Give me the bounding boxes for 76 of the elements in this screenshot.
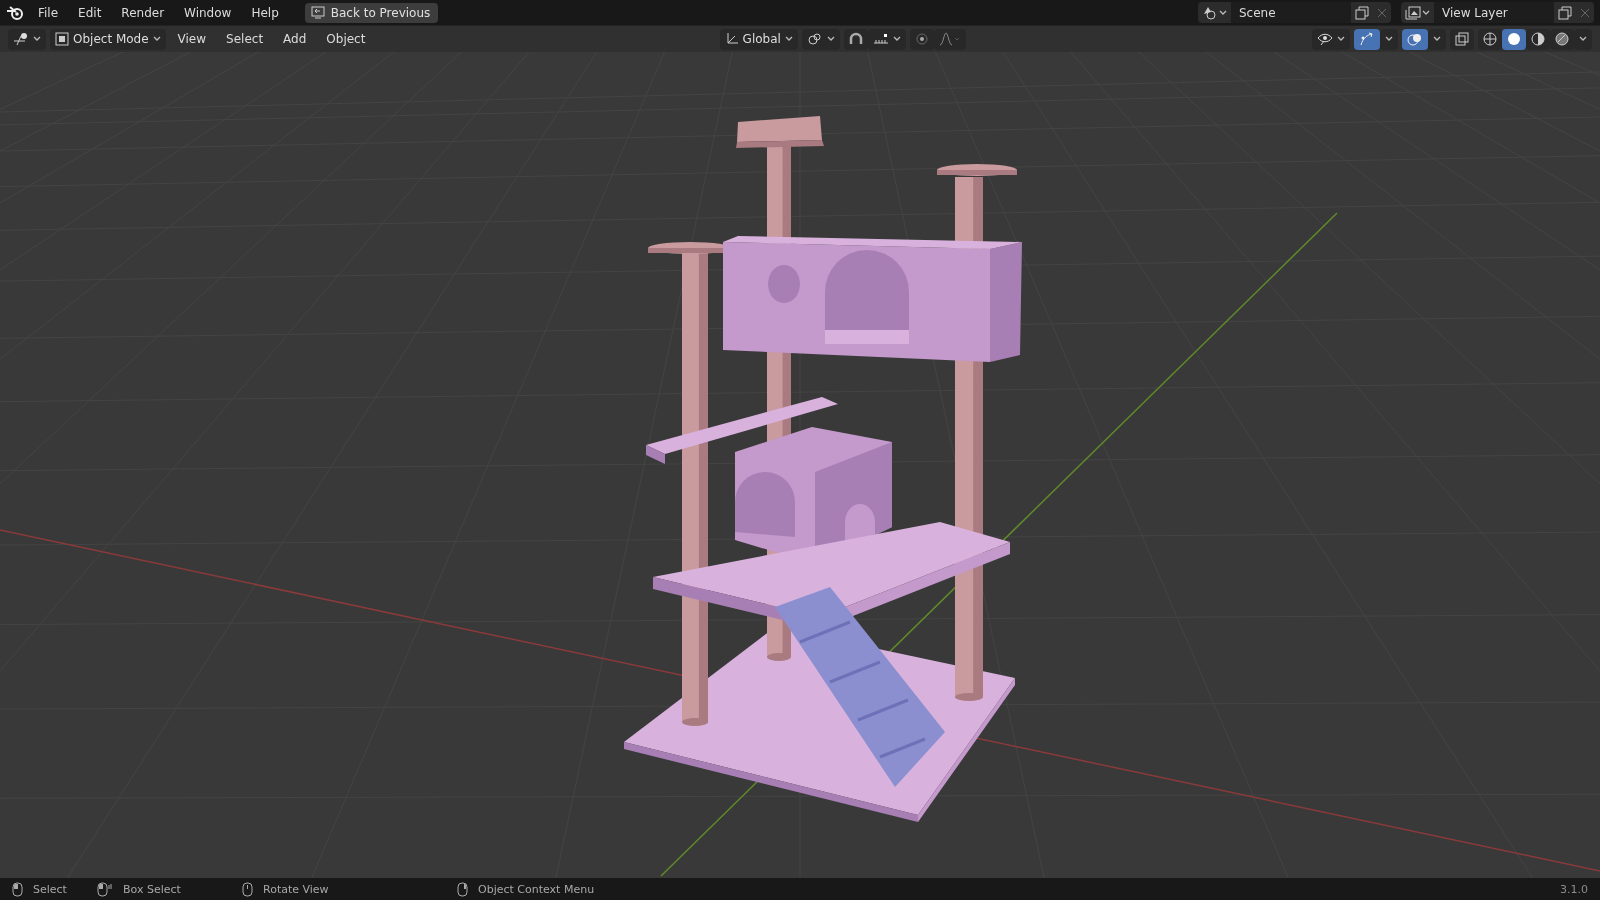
shaded-sphere-icon — [1555, 32, 1569, 46]
caret-icon — [33, 36, 41, 42]
ruler-icon — [872, 32, 889, 46]
menu-item[interactable]: Help — [243, 3, 287, 22]
sphere-wireframe-icon — [1483, 32, 1497, 46]
scene-name-field[interactable]: Scene — [1231, 2, 1351, 23]
view-layer-name-field[interactable]: View Layer — [1434, 2, 1554, 23]
shortcut-hint: Box Select — [123, 882, 181, 896]
close-icon — [1580, 7, 1590, 18]
square-overlap-icon — [1455, 32, 1469, 46]
mouse-icon — [242, 881, 253, 897]
menu-item[interactable]: Object — [318, 30, 374, 48]
shortcut-hint: Select — [33, 882, 67, 896]
mouse-icon — [457, 881, 468, 897]
menu-item[interactable]: Render — [113, 3, 173, 22]
close-button[interactable] — [1373, 2, 1391, 23]
shading-mode-button[interactable] — [1478, 28, 1502, 50]
caret-icon — [1579, 36, 1587, 42]
copy-icon — [1558, 5, 1572, 20]
curve-icon — [938, 32, 961, 46]
duplicate-button[interactable] — [1554, 2, 1576, 23]
pivot-point-button[interactable] — [801, 28, 840, 50]
axes-icon — [724, 32, 739, 46]
linked-circles-icon — [806, 32, 823, 46]
shading-mode-button[interactable] — [1526, 28, 1550, 50]
snap-target-button[interactable] — [867, 28, 906, 50]
proportional-edit-toggle[interactable] — [909, 28, 934, 50]
caret-icon — [826, 36, 835, 42]
caret-icon — [784, 36, 793, 42]
back-to-previous-button[interactable]: Back to Previous — [304, 2, 439, 23]
menu-item[interactable]: Add — [275, 30, 315, 48]
snap-toggle[interactable] — [843, 28, 868, 50]
copy-icon — [1355, 5, 1369, 20]
orientation-dropdown[interactable]: Global — [719, 28, 798, 50]
close-icon — [1377, 7, 1387, 18]
magnet-icon — [848, 32, 863, 46]
caret-icon — [1433, 36, 1441, 42]
caret-icon — [1385, 36, 1393, 42]
eye-icon — [1317, 32, 1333, 46]
axes-icon — [13, 32, 29, 46]
caret-icon — [152, 36, 161, 42]
overlapping-circles-icon — [1407, 32, 1423, 46]
duplicate-button[interactable] — [1351, 2, 1373, 23]
close-button[interactable] — [1576, 2, 1594, 23]
caret-icon — [1337, 36, 1345, 42]
object-mode-dropdown[interactable]: Object Mode — [50, 28, 166, 50]
scene-icon — [1202, 5, 1218, 20]
square-icon — [55, 32, 69, 46]
menu-item[interactable]: File — [30, 3, 67, 22]
menu-item[interactable]: Edit — [70, 3, 110, 22]
shading-mode-button[interactable] — [1502, 28, 1526, 50]
app-logo-icon[interactable] — [6, 4, 26, 21]
visibility-button[interactable] — [1312, 28, 1350, 50]
shortcut-hint: Object Context Menu — [478, 882, 595, 896]
solid-sphere-icon — [1507, 32, 1521, 46]
editor-type-button[interactable] — [8, 28, 46, 50]
caret-icon — [1422, 9, 1430, 16]
arrow-curve-icon — [1359, 32, 1375, 46]
dot-circle-icon — [914, 32, 929, 46]
xray-toggle[interactable] — [1450, 28, 1474, 50]
menu-item[interactable]: Select — [218, 30, 272, 48]
mouse-icon — [12, 881, 23, 897]
caret-icon — [892, 36, 901, 42]
menu-item[interactable]: View — [169, 30, 215, 48]
menu-item[interactable]: Window — [176, 3, 240, 22]
version-label: 3.1.0 — [1560, 882, 1588, 896]
scene-selector[interactable] — [1198, 2, 1231, 23]
falloff-button[interactable] — [933, 28, 966, 50]
shortcut-hint: Rotate View — [263, 882, 329, 896]
gizmo-toggle[interactable] — [1354, 28, 1380, 50]
caret-icon — [1219, 9, 1227, 16]
overlay-toggle[interactable] — [1402, 28, 1428, 50]
half-sphere-icon — [1531, 32, 1545, 46]
mouse-icon — [97, 881, 113, 897]
image-stack-icon — [1405, 5, 1421, 20]
view-layer-selector[interactable] — [1401, 2, 1434, 23]
